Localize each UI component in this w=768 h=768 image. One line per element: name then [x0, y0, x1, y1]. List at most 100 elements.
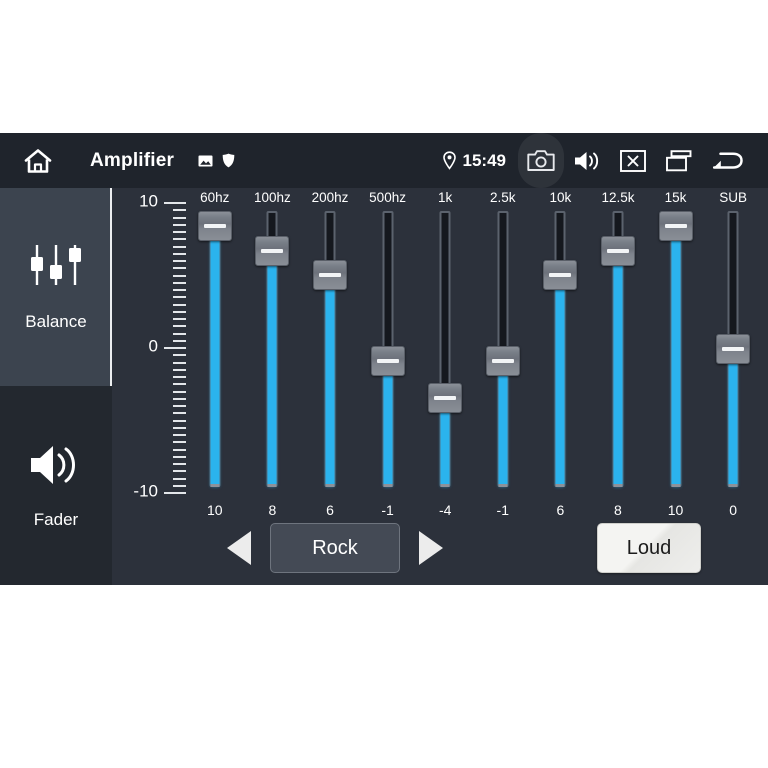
- scale-label-max: 10: [139, 192, 158, 212]
- camera-icon: [527, 149, 555, 172]
- close-button[interactable]: [610, 133, 656, 188]
- scale-tick-minor: [173, 209, 186, 211]
- eq-band-value-label: 6: [326, 502, 334, 518]
- eq-band-slider[interactable]: [435, 211, 455, 487]
- scale-tick-minor: [173, 383, 186, 385]
- eq-slider-thumb[interactable]: [659, 211, 693, 241]
- page-title: Amplifier: [90, 150, 174, 172]
- triangle-left-icon: [227, 531, 251, 565]
- volume-button[interactable]: [564, 133, 610, 188]
- scale-tick-minor: [173, 427, 186, 429]
- eq-slider-thumb[interactable]: [198, 211, 232, 241]
- scale-tick-minor: [173, 333, 186, 335]
- eq-band-value-label: -1: [381, 502, 393, 518]
- scale-tick-minor: [173, 246, 186, 248]
- scale-tick-minor: [173, 217, 186, 219]
- scale-tick-minor: [173, 354, 186, 356]
- eq-band-slider[interactable]: [378, 211, 398, 487]
- eq-slider-thumb[interactable]: [255, 236, 289, 266]
- scale-tick-minor: [173, 304, 186, 306]
- status-bar-right: 15:49: [442, 133, 754, 188]
- recent-apps-button[interactable]: [656, 133, 702, 188]
- eq-band-value-label: 8: [268, 502, 276, 518]
- sidebar-item-label: Balance: [25, 312, 86, 332]
- eq-band-slider[interactable]: [262, 211, 282, 487]
- sidebar-item-fader[interactable]: Fader: [0, 386, 112, 584]
- eq-band-slider[interactable]: [608, 211, 628, 487]
- eq-slider-thumb[interactable]: [371, 346, 405, 376]
- eq-band-frequency-label: 100hz: [254, 188, 291, 208]
- scale-tick-minor: [173, 434, 186, 436]
- home-button[interactable]: [0, 133, 76, 188]
- eq-band-slider[interactable]: [666, 211, 686, 487]
- eq-band-frequency-label: SUB: [719, 188, 747, 208]
- preset-value[interactable]: Rock: [270, 523, 400, 573]
- eq-band-frequency-label: 1k: [438, 188, 452, 208]
- sidebar-item-balance[interactable]: Balance: [0, 188, 112, 386]
- eq-band-value-label: 0: [729, 502, 737, 518]
- eq-band-frequency-label: 200hz: [312, 188, 349, 208]
- scale-tick-minor: [173, 485, 186, 487]
- sidebar-item-label: Fader: [34, 510, 78, 530]
- scale-tick-minor: [173, 398, 186, 400]
- sliders-icon: [26, 243, 86, 296]
- eq-band-frequency-label: 12.5k: [601, 188, 634, 208]
- loudness-button[interactable]: Loud: [597, 523, 701, 573]
- eq-slider-thumb[interactable]: [486, 346, 520, 376]
- preset-prev-button[interactable]: [222, 526, 256, 570]
- scale-tick-minor: [173, 470, 186, 472]
- scale-tick-minor: [173, 405, 186, 407]
- scale-tick-minor: [173, 340, 186, 342]
- eq-band-value-label: -1: [497, 502, 509, 518]
- sidebar: Balance Fader: [0, 188, 112, 585]
- scale-tick-minor: [173, 267, 186, 269]
- scale-tick-minor: [173, 275, 186, 277]
- scale-tick-minor: [173, 391, 186, 393]
- scale-label-mid: 0: [149, 337, 158, 357]
- eq-band-list: 60hz10100hz8200hz6500hz-11k-42.5k-110k61…: [186, 188, 762, 518]
- triangle-right-icon: [419, 531, 443, 565]
- clock: 15:49: [463, 151, 506, 171]
- scale-tick-minor: [173, 478, 186, 480]
- scale-tick-minor: [173, 238, 186, 240]
- eq-band-value-label: -4: [439, 502, 451, 518]
- eq-slider-fill: [268, 251, 277, 487]
- close-box-icon: [620, 150, 646, 172]
- scale-tick-minor: [173, 369, 186, 371]
- eq-band-slider[interactable]: [320, 211, 340, 487]
- eq-slider-thumb[interactable]: [313, 260, 347, 290]
- eq-band-slider[interactable]: [493, 211, 513, 487]
- back-button[interactable]: [702, 133, 754, 188]
- eq-slider-thumb[interactable]: [716, 334, 750, 364]
- eq-band-value-label: 8: [614, 502, 622, 518]
- title-badges: [198, 153, 235, 168]
- eq-band-slider[interactable]: [550, 211, 570, 487]
- scale-tick-minor: [173, 289, 186, 291]
- eq-slider-fill: [729, 349, 738, 487]
- scale-label-min: -10: [133, 482, 158, 502]
- eq-slider-thumb[interactable]: [428, 383, 462, 413]
- eq-band-slider[interactable]: [205, 211, 225, 487]
- eq-slider-thumb[interactable]: [601, 236, 635, 266]
- eq-band-frequency-label: 500hz: [369, 188, 406, 208]
- eq-band: 100hz 8: [244, 188, 302, 518]
- scale-tick-minor: [173, 441, 186, 443]
- eq-band-value-label: 10: [207, 502, 223, 518]
- scale-tick-minor: [173, 362, 186, 364]
- scale-tick-minor: [173, 253, 186, 255]
- eq-slider-fill: [325, 275, 334, 487]
- camera-button[interactable]: [518, 133, 564, 188]
- volume-icon: [573, 149, 601, 173]
- eq-band-value-label: 6: [556, 502, 564, 518]
- eq-slider-fill: [498, 361, 507, 487]
- scale-tick-minor: [173, 311, 186, 313]
- scale-tick-minor: [173, 282, 186, 284]
- preset-selector: Rock: [222, 523, 448, 573]
- location-pin-icon: [442, 151, 457, 170]
- eq-band-slider[interactable]: [723, 211, 743, 487]
- preset-next-button[interactable]: [414, 526, 448, 570]
- eq-band: 200hz 6: [301, 188, 359, 518]
- eq-band-frequency-label: 15k: [665, 188, 687, 208]
- eq-slider-thumb[interactable]: [543, 260, 577, 290]
- eq-band: SUB 0: [704, 188, 762, 518]
